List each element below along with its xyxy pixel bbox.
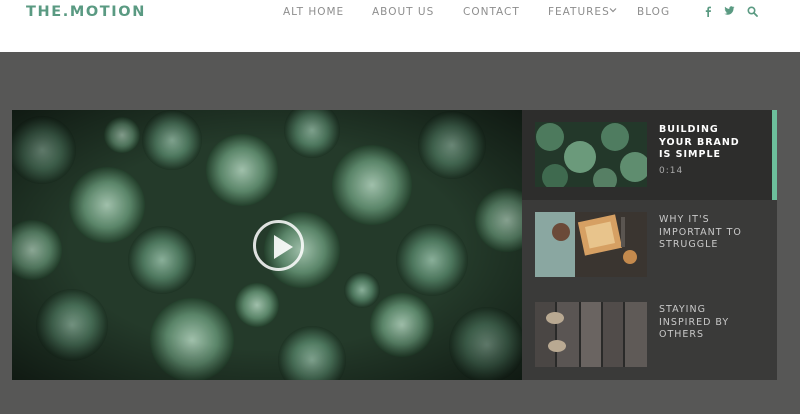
play-icon: [274, 235, 293, 259]
active-indicator: [772, 110, 777, 200]
nav-features[interactable]: FEATURES: [548, 6, 617, 18]
nav-contact[interactable]: CONTACT: [463, 6, 520, 18]
playlist-item-title: BUILDING YOUR BRAND IS SIMPLE: [659, 124, 740, 160]
video-playlist: BUILDING YOUR BRAND IS SIMPLE 0:14 WHY I…: [522, 110, 777, 380]
play-button[interactable]: [253, 220, 304, 271]
playlist-item[interactable]: WHY IT'S IMPORTANT TO STRUGGLE: [522, 200, 777, 290]
playlist-item-duration: 0:14: [659, 166, 684, 176]
playlist-thumbnail-breakfast: [535, 212, 647, 277]
nav-about-us[interactable]: ABOUT US: [372, 6, 434, 18]
playlist-item-title: WHY IT'S IMPORTANT TO STRUGGLE: [659, 214, 742, 250]
playlist-item[interactable]: STAYING INSPIRED BY OTHERS: [522, 290, 777, 380]
playlist-item[interactable]: BUILDING YOUR BRAND IS SIMPLE 0:14: [522, 110, 777, 200]
video-player[interactable]: [12, 110, 522, 380]
nav-alt-home[interactable]: ALT HOME: [283, 6, 344, 18]
site-header: THE.MOTION ALT HOME ABOUT US CONTACT FEA…: [0, 0, 800, 52]
nav-blog[interactable]: BLOG: [637, 6, 670, 18]
nav-features-label: FEATURES: [548, 6, 610, 18]
playlist-thumbnail-boardwalk: [535, 302, 647, 367]
facebook-icon[interactable]: [704, 6, 712, 20]
playlist-item-title: STAYING INSPIRED BY OTHERS: [659, 304, 730, 340]
twitter-icon[interactable]: [724, 6, 735, 19]
chevron-down-icon: [609, 6, 617, 16]
playlist-thumbnail-succulents: [535, 122, 647, 187]
site-logo[interactable]: THE.MOTION: [26, 4, 146, 20]
search-icon[interactable]: [747, 6, 758, 20]
